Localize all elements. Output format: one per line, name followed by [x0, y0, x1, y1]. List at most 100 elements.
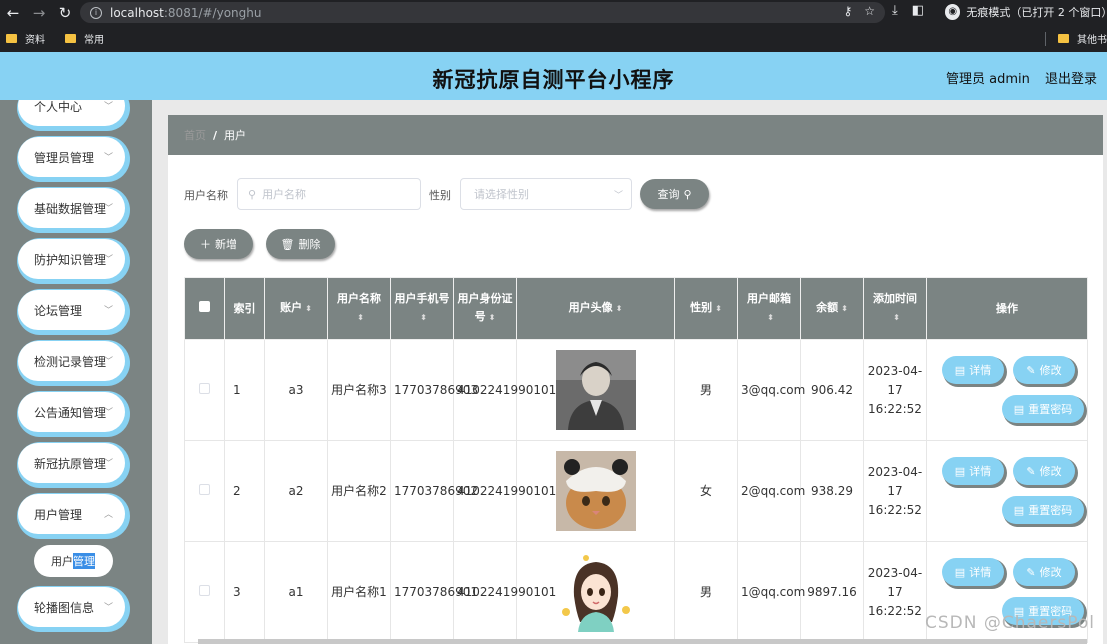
col-email[interactable]: 用户邮箱 ⬍ [737, 277, 801, 340]
breadcrumb: 首页 / 用户 [168, 115, 1103, 155]
sort-icon[interactable]: ⬍ [767, 313, 774, 322]
chevron-down-icon: ﹀ [103, 204, 113, 214]
sidebar-item-knowledge[interactable]: 防护知识管理 ﹀ [18, 239, 125, 279]
sidebar-subitem-user-manage[interactable]: 用户 管理 [34, 545, 113, 577]
search-icon: ⚲ [248, 187, 257, 201]
sort-icon[interactable]: ⬍ [893, 313, 900, 322]
row-checkbox[interactable] [199, 483, 210, 495]
reset-password-button[interactable]: ▤ 重置密码 [1002, 395, 1084, 423]
horizontal-scrollbar[interactable] [198, 639, 1087, 644]
url-host: localhost [110, 5, 164, 20]
cell-gender: 男 [674, 339, 738, 441]
cell-phone: 17703786901 [390, 541, 478, 643]
document-icon: ▤ [954, 464, 966, 478]
edit-button[interactable]: ✎ 修改 [1013, 356, 1075, 384]
trash-icon: 🗑︎ [280, 237, 295, 251]
edit-button[interactable]: ✎ 修改 [1013, 457, 1075, 485]
cell-phone: 17703786902 [390, 440, 478, 542]
sort-icon[interactable]: ⬍ [357, 313, 364, 322]
cell-created: 2023-04-17 16:22:52 [863, 440, 927, 542]
table-row: 2 a2 用户名称2 17703786902 41022419901010200… [184, 440, 1088, 542]
col-account[interactable]: 账户 ⬍ [264, 277, 328, 340]
cell-name: 用户名称1 [327, 541, 391, 643]
sidebar-item-forum[interactable]: 论坛管理 ﹀ [18, 290, 125, 330]
name-search-input[interactable]: ⚲ 用户名称 [237, 178, 421, 210]
search-icon: ⚲ [683, 187, 692, 201]
row-checkbox[interactable] [199, 584, 210, 596]
cell-balance: 906.42 [800, 339, 864, 441]
col-avatar[interactable]: 用户头像 ⬍ [516, 277, 675, 340]
col-created[interactable]: 添加时间 ⬍ [863, 277, 927, 340]
detail-button[interactable]: ▤ 详情 [942, 356, 1004, 384]
row-checkbox[interactable] [199, 382, 210, 394]
col-phone[interactable]: 用户手机号⬍ [390, 277, 454, 340]
table-row: 1 a3 用户名称3 17703786903 41022419901010200… [184, 339, 1088, 441]
edit-button[interactable]: ✎ 修改 [1013, 558, 1075, 586]
sort-icon[interactable]: ⬍ [841, 304, 848, 313]
document-icon: ▤ [1013, 402, 1025, 416]
delete-button[interactable]: 🗑︎ 删除 [266, 229, 335, 259]
incognito-indicator[interactable]: ◉ 无痕模式（已打开 2 个窗口） [945, 4, 1107, 20]
table-header-row: 索引 账户 ⬍ 用户名称 ⬍ 用户手机号⬍ 用户身份证号 ⬍ 用户头像 ⬍ 性别 ⬍ 用户… [184, 277, 1088, 340]
cell-created: 2023-04-17 16:22:52 [863, 339, 927, 441]
sort-icon[interactable]: ⬍ [715, 304, 722, 313]
sidebar-item-admins[interactable]: 管理员管理 ﹀ [18, 137, 125, 177]
sort-icon[interactable]: ⬍ [305, 304, 312, 313]
key-icon[interactable]: ⚷ [843, 4, 852, 18]
gender-label: 性别 [429, 189, 451, 202]
cell-name: 用户名称2 [327, 440, 391, 542]
select-all-header [184, 277, 225, 340]
sidebar-item-profile[interactable]: 个人中心 ﹀ [18, 100, 125, 126]
download-icon[interactable]: ⤓ [892, 3, 898, 18]
gender-select[interactable]: 请选择性别 ﹀ [460, 178, 632, 210]
col-idcard[interactable]: 用户身份证号 ⬍ [453, 277, 517, 340]
cell-idcard: 410224199010102003 [453, 339, 594, 441]
reload-icon[interactable]: ↻ [52, 4, 78, 22]
cell-created: 2023-04-17 16:22:52 [863, 541, 927, 643]
sort-icon[interactable]: ⬍ [489, 313, 496, 322]
sidebar-item-records[interactable]: 检测记录管理 ﹀ [18, 341, 125, 381]
detail-button[interactable]: ▤ 详情 [942, 558, 1004, 586]
col-gender[interactable]: 性别 ⬍ [674, 277, 738, 340]
cell-idcard: 410224199010102001 [453, 541, 594, 643]
cell-index: 3 [224, 541, 265, 643]
app-header: 新冠抗原自测平台小程序 管理员 admin 退出登录 [0, 52, 1107, 100]
chevron-down-icon: ﹀ [103, 408, 113, 418]
breadcrumb-home[interactable]: 首页 [184, 127, 206, 143]
incognito-label: 无痕模式（已打开 2 个窗口） [966, 6, 1107, 19]
star-icon[interactable]: ☆ [864, 4, 875, 18]
sort-icon[interactable]: ⬍ [420, 313, 427, 322]
query-button[interactable]: 查询 ⚲ [640, 179, 709, 209]
cell-email: 2@qq.com [737, 440, 805, 542]
col-balance[interactable]: 余额 ⬍ [800, 277, 864, 340]
document-icon: ▤ [954, 363, 966, 377]
bookmark-other[interactable]: 其他书 [1045, 31, 1107, 46]
sidepanel-icon[interactable]: ◧ [912, 3, 924, 18]
bookmark-changyong[interactable]: 常用 [65, 31, 104, 46]
detail-button[interactable]: ▤ 详情 [942, 457, 1004, 485]
forward-icon[interactable]: → [26, 4, 52, 22]
site-info-icon[interactable]: i [90, 6, 102, 19]
cell-balance: 938.29 [800, 440, 864, 542]
user-avatar-photo [555, 552, 636, 632]
sidebar-item-carousel[interactable]: 轮播图信息 ﹀ [18, 587, 125, 627]
sidebar-item-antigen[interactable]: 新冠抗原管理 ﹀ [18, 443, 125, 483]
logout-link[interactable]: 退出登录 [1045, 68, 1097, 87]
add-button[interactable]: ＋新增 [184, 229, 253, 259]
edit-icon: ✎ [1026, 363, 1036, 377]
sort-icon[interactable]: ⬍ [616, 304, 623, 313]
cell-name: 用户名称3 [327, 339, 391, 441]
col-name[interactable]: 用户名称 ⬍ [327, 277, 391, 340]
reset-password-button[interactable]: ▤ 重置密码 [1002, 496, 1084, 524]
bookmark-ziliao[interactable]: 资料 [6, 31, 45, 46]
chevron-up-icon: ︿ [103, 510, 113, 520]
col-ops: 操作 [926, 277, 1088, 340]
sidebar-item-users[interactable]: 用户管理 ︿ [18, 494, 125, 534]
address-bar[interactable]: i localhost:8081/#/yonghu ⚷ ☆ [80, 2, 885, 23]
sidebar-item-notices[interactable]: 公告通知管理 ﹀ [18, 392, 125, 432]
back-icon[interactable]: ← [0, 4, 26, 22]
sidebar-item-basedata[interactable]: 基础数据管理 ﹀ [18, 188, 125, 228]
text-selection-highlight: 管理 [73, 553, 95, 569]
select-all-checkbox[interactable] [199, 300, 210, 312]
cell-balance: 9897.16 [800, 541, 864, 643]
